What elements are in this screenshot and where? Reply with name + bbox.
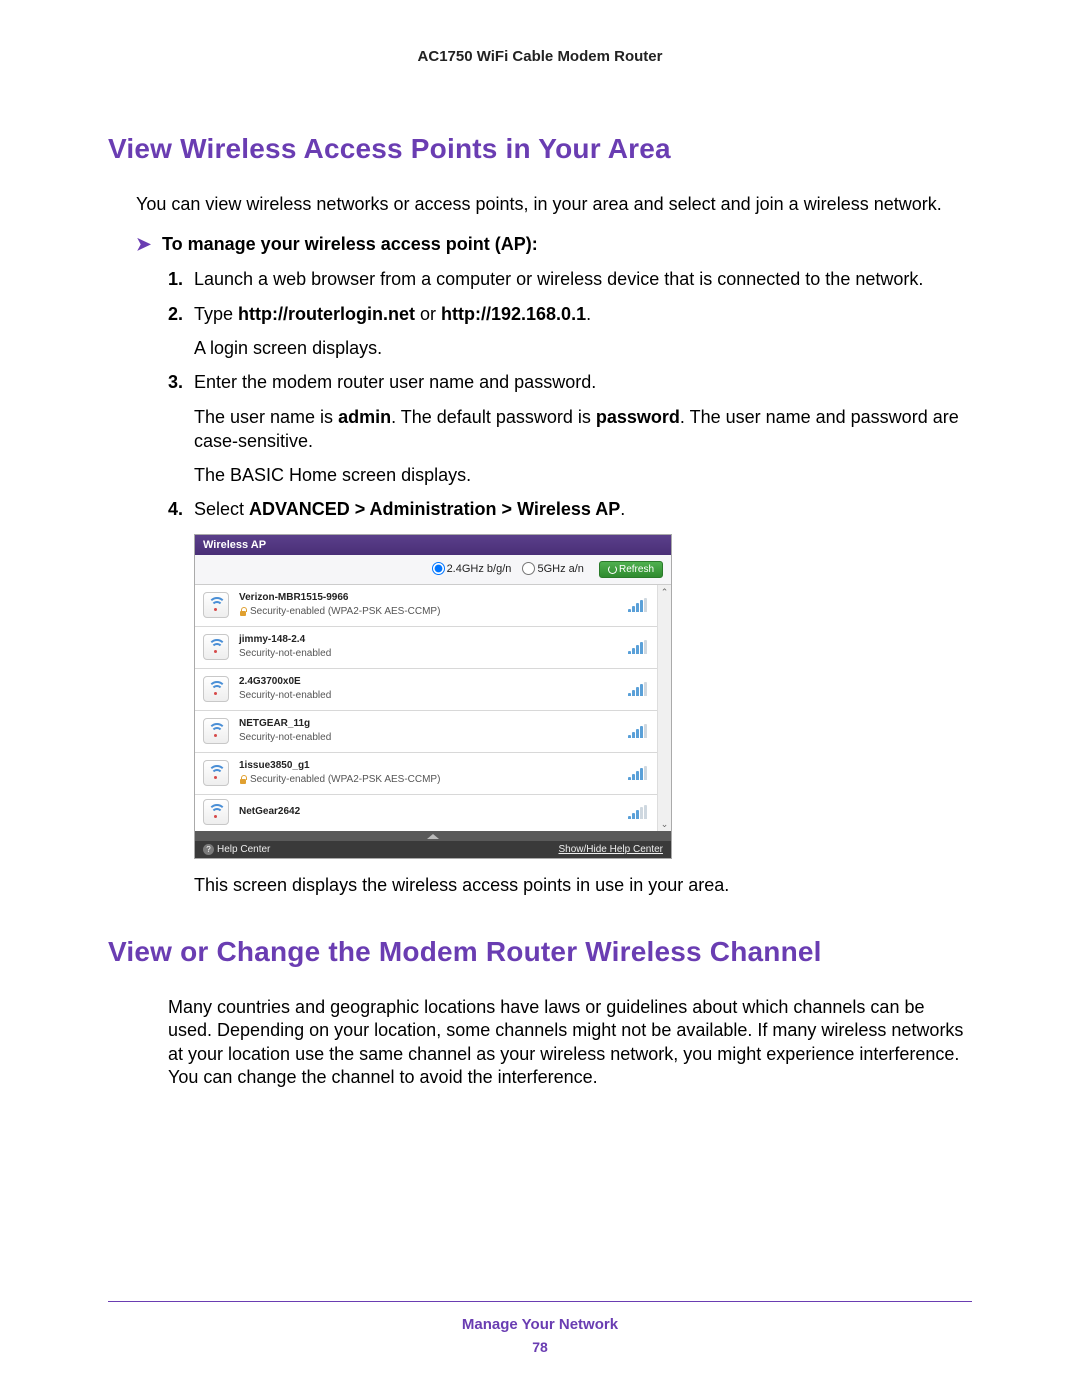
ap-security-label: Security-not-enabled: [239, 648, 331, 659]
step-subtext: The user name is admin. The default pass…: [194, 405, 972, 454]
panel-footer: ?Help Center Show/Hide Help Center: [195, 841, 671, 858]
scrollbar[interactable]: ⌃ ⌄: [657, 585, 671, 831]
after-screenshot-text: This screen displays the wireless access…: [194, 875, 972, 896]
step-number: 3.: [168, 370, 183, 394]
ap-row[interactable]: jimmy-148-2.4Security-not-enabled: [195, 627, 657, 669]
footer-page-number: 78: [108, 1339, 972, 1355]
ap-name: NetGear2642: [239, 805, 628, 819]
refresh-button-label: Refresh: [619, 564, 654, 575]
panel-toolbar: 2.4GHz b/g/n 5GHz a/n Refresh: [195, 555, 671, 585]
footer-rule: [108, 1301, 972, 1302]
ap-row[interactable]: NETGEAR_11gSecurity-not-enabled: [195, 711, 657, 753]
show-hide-help-link[interactable]: Show/Hide Help Center: [559, 844, 664, 855]
ap-name: 1issue3850_g1: [239, 759, 628, 773]
help-icon: ?: [203, 844, 214, 855]
step-3: 3. Enter the modem router user name and …: [168, 370, 972, 487]
step-number: 2.: [168, 302, 183, 326]
ap-name: Verizon-MBR1515-9966: [239, 591, 628, 605]
signal-strength-icon: [628, 724, 647, 738]
ap-row[interactable]: NetGear2642: [195, 795, 657, 831]
scroll-up-icon[interactable]: ⌃: [658, 585, 671, 599]
wifi-icon: [203, 718, 229, 744]
step-text: Launch a web browser from a computer or …: [194, 269, 923, 289]
wifi-icon: [203, 760, 229, 786]
ap-security-label: Security-enabled (WPA2-PSK AES-CCMP): [239, 606, 440, 617]
help-center-link[interactable]: ?Help Center: [203, 844, 270, 855]
signal-strength-icon: [628, 598, 647, 612]
step-text: Select ADVANCED > Administration > Wirel…: [194, 499, 625, 519]
lock-icon: [239, 775, 247, 784]
wifi-icon: [203, 592, 229, 618]
step-4: 4. Select ADVANCED > Administration > Wi…: [168, 497, 972, 521]
ap-info: Verizon-MBR1515-9966Security-enabled (WP…: [239, 591, 628, 619]
step-subtext: The BASIC Home screen displays.: [194, 463, 972, 487]
ap-info: NETGEAR_11gSecurity-not-enabled: [239, 717, 628, 745]
step-2: 2. Type http://routerlogin.net or http:/…: [168, 302, 972, 361]
section2-body: Many countries and geographic locations …: [168, 996, 972, 1090]
procedure-steps: 1. Launch a web browser from a computer …: [168, 267, 972, 521]
wireless-ap-panel: Wireless AP 2.4GHz b/g/n 5GHz a/n Refres…: [194, 534, 672, 859]
ap-name: NETGEAR_11g: [239, 717, 628, 731]
intro-paragraph-1: You can view wireless networks or access…: [136, 193, 972, 216]
ap-security-label: Security-not-enabled: [239, 732, 331, 743]
page-footer: Manage Your Network 78: [108, 1301, 972, 1355]
panel-expand-arrow[interactable]: [195, 831, 671, 841]
signal-strength-icon: [628, 640, 647, 654]
ap-scroll-area: Verizon-MBR1515-9966Security-enabled (WP…: [195, 585, 671, 831]
lock-icon: [239, 607, 247, 616]
panel-titlebar: Wireless AP: [195, 535, 671, 555]
band-24-option[interactable]: 2.4GHz b/g/n: [432, 563, 512, 575]
ap-name: 2.4G3700x0E: [239, 675, 628, 689]
footer-label: Manage Your Network: [108, 1316, 972, 1333]
step-subtext: A login screen displays.: [194, 336, 972, 360]
ap-row[interactable]: 1issue3850_g1Security-enabled (WPA2-PSK …: [195, 753, 657, 795]
procedure-heading: ➤To manage your wireless access point (A…: [136, 234, 972, 255]
signal-strength-icon: [628, 766, 647, 780]
band-24-label: 2.4GHz b/g/n: [447, 563, 512, 575]
procedure-heading-text: To manage your wireless access point (AP…: [162, 234, 538, 254]
step-text: Enter the modem router user name and pas…: [194, 372, 596, 392]
band-5-radio[interactable]: [522, 562, 535, 575]
scroll-down-icon[interactable]: ⌄: [658, 817, 671, 831]
ap-row[interactable]: Verizon-MBR1515-9966Security-enabled (WP…: [195, 585, 657, 627]
section-title-2: View or Change the Modem Router Wireless…: [108, 936, 972, 968]
chevron-up-icon: [427, 834, 439, 839]
step-1: 1. Launch a web browser from a computer …: [168, 267, 972, 291]
refresh-button[interactable]: Refresh: [599, 561, 663, 578]
ap-info: 1issue3850_g1Security-enabled (WPA2-PSK …: [239, 759, 628, 787]
step-number: 4.: [168, 497, 183, 521]
wifi-icon: [203, 799, 229, 825]
band-5-option[interactable]: 5GHz a/n: [522, 563, 583, 575]
ap-name: jimmy-148-2.4: [239, 633, 628, 647]
band-5-label: 5GHz a/n: [537, 563, 583, 575]
signal-strength-icon: [628, 682, 647, 696]
ap-list: Verizon-MBR1515-9966Security-enabled (WP…: [195, 585, 657, 831]
refresh-icon: [608, 565, 617, 574]
ap-info: jimmy-148-2.4Security-not-enabled: [239, 633, 628, 661]
wifi-icon: [203, 676, 229, 702]
section-title-1: View Wireless Access Points in Your Area: [108, 133, 972, 165]
procedure-arrow-icon: ➤: [136, 234, 162, 255]
wifi-icon: [203, 634, 229, 660]
signal-strength-icon: [628, 805, 647, 819]
band-24-radio[interactable]: [432, 562, 445, 575]
ap-security-label: Security-not-enabled: [239, 690, 331, 701]
ap-row[interactable]: 2.4G3700x0ESecurity-not-enabled: [195, 669, 657, 711]
ap-security-label: Security-enabled (WPA2-PSK AES-CCMP): [239, 774, 440, 785]
document-header: AC1750 WiFi Cable Modem Router: [108, 48, 972, 65]
step-text: Type http://routerlogin.net or http://19…: [194, 304, 591, 324]
step-number: 1.: [168, 267, 183, 291]
ap-info: NetGear2642: [239, 805, 628, 819]
ap-info: 2.4G3700x0ESecurity-not-enabled: [239, 675, 628, 703]
